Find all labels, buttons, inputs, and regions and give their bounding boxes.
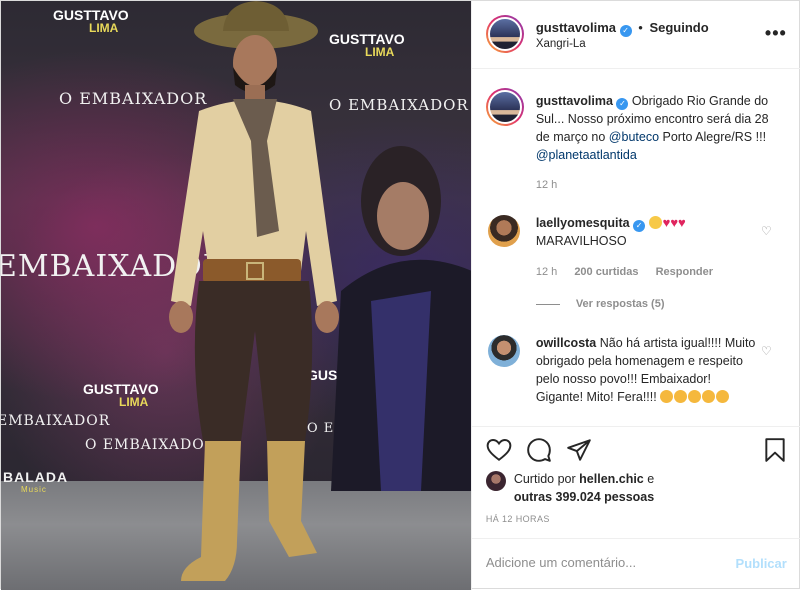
author-avatar[interactable] (485, 15, 524, 53)
main-person (169, 1, 339, 581)
red-heart-emoji-icon: ♥ (678, 215, 686, 230)
backdrop-text: BALADA (3, 469, 69, 485)
post-actions-bar (471, 426, 800, 466)
post-details-panel: gusttavolima ✓ • Seguindo Xangri-La ••• … (470, 1, 800, 590)
separator: • (638, 20, 643, 35)
caption-text: gusttavolima ✓ Obrigado Rio Grande do Su… (536, 92, 786, 164)
liker-username[interactable]: hellen.chic (579, 472, 644, 486)
save-bookmark-icon[interactable] (762, 437, 788, 463)
add-comment-bar: Publicar (471, 538, 800, 590)
post-header: gusttavolima ✓ • Seguindo Xangri-La ••• (471, 1, 800, 69)
like-heart-icon[interactable] (486, 437, 512, 463)
comment-body: MARAVILHOSO (535, 234, 627, 248)
liked-by: Curtido por hellen.chic e outras 399.024… (485, 467, 786, 507)
clapping-emoji-icon (702, 390, 716, 403)
liked-prefix: Curtido por (513, 472, 576, 486)
follow-status-button[interactable]: Seguindo (649, 20, 708, 35)
liker-avatar[interactable] (485, 471, 506, 491)
likes-count-link[interactable]: outras 399.024 pessoas (514, 490, 654, 504)
instagram-post: GUSTTAVO LIMA GUSTTAVO LIMA O EMBAIXADOR O… (0, 0, 800, 590)
share-paper-plane-icon[interactable] (566, 437, 592, 463)
post-location[interactable]: Xangri-La (536, 38, 586, 50)
verified-badge-icon: ✓ (619, 25, 632, 37)
caption-avatar[interactable] (485, 88, 524, 126)
author-username[interactable]: gusttavolima (536, 20, 616, 35)
view-replies-button[interactable]: Ver respostas (5) (576, 298, 665, 310)
verified-badge-icon: ✓ (633, 220, 646, 232)
liked-conj: e (647, 472, 655, 486)
backdrop-text: Music (21, 485, 47, 494)
comment-text: laellyomesquita ✓ ♥♥♥ MARAVILHOSO (536, 214, 766, 250)
header-user-line: gusttavolima ✓ • Seguindo (536, 20, 709, 37)
liked-by-text: Curtido por hellen.chic e outras 399.024… (514, 470, 784, 506)
comment-bubble-icon[interactable] (526, 437, 552, 463)
verified-badge-icon: ✓ (616, 98, 629, 110)
backdrop-logo: GUSTTAVOLIMA (53, 7, 129, 35)
comment-likes[interactable]: 200 curtidas (574, 266, 638, 278)
clapping-emoji-icon (716, 390, 730, 403)
commenter-username[interactable]: owillcosta (536, 336, 596, 350)
red-heart-emoji-icon: ♥ (670, 215, 679, 230)
comment-meta: 12 h 200 curtidas Responder (536, 266, 713, 278)
comment-text: owillcosta Não há artista igual!!!! Muit… (536, 334, 756, 406)
commenter-avatar[interactable] (487, 215, 520, 247)
comment-input[interactable] (485, 555, 716, 570)
clapping-emoji-icon (660, 390, 674, 403)
caption-age[interactable]: 12 h (536, 179, 557, 191)
backdrop-text: EMBAIXADOR (1, 413, 111, 429)
publish-button[interactable]: Publicar (736, 556, 787, 571)
clapping-emoji-icon (688, 390, 702, 403)
commenter-username[interactable]: laellyomesquita (536, 216, 630, 230)
mention-link[interactable]: @planetaatlantida (536, 148, 637, 162)
caption-username[interactable]: gusttavolima (536, 94, 613, 108)
reply-button[interactable]: Responder (656, 266, 713, 278)
commenter-avatar[interactable] (487, 335, 520, 367)
mention-link[interactable]: @buteco (609, 130, 659, 144)
post-photo[interactable]: GUSTTAVO LIMA GUSTTAVO LIMA O EMBAIXADOR O… (1, 1, 471, 590)
like-comment-icon[interactable]: ♡ (761, 344, 773, 358)
clapping-emoji-icon (674, 390, 688, 403)
heart-eyes-emoji-icon (648, 216, 662, 229)
comments-section: gusttavolima ✓ Obrigado Rio Grande do Su… (472, 70, 800, 426)
caption-body-2: Porto Alegre/RS !!! (662, 130, 767, 144)
post-time[interactable]: HÁ 12 HORAS (486, 514, 550, 524)
more-options-icon[interactable]: ••• (765, 23, 787, 44)
replies-divider (535, 304, 560, 305)
comment-age[interactable]: 12 h (536, 266, 557, 278)
like-comment-icon[interactable]: ♡ (761, 224, 773, 238)
